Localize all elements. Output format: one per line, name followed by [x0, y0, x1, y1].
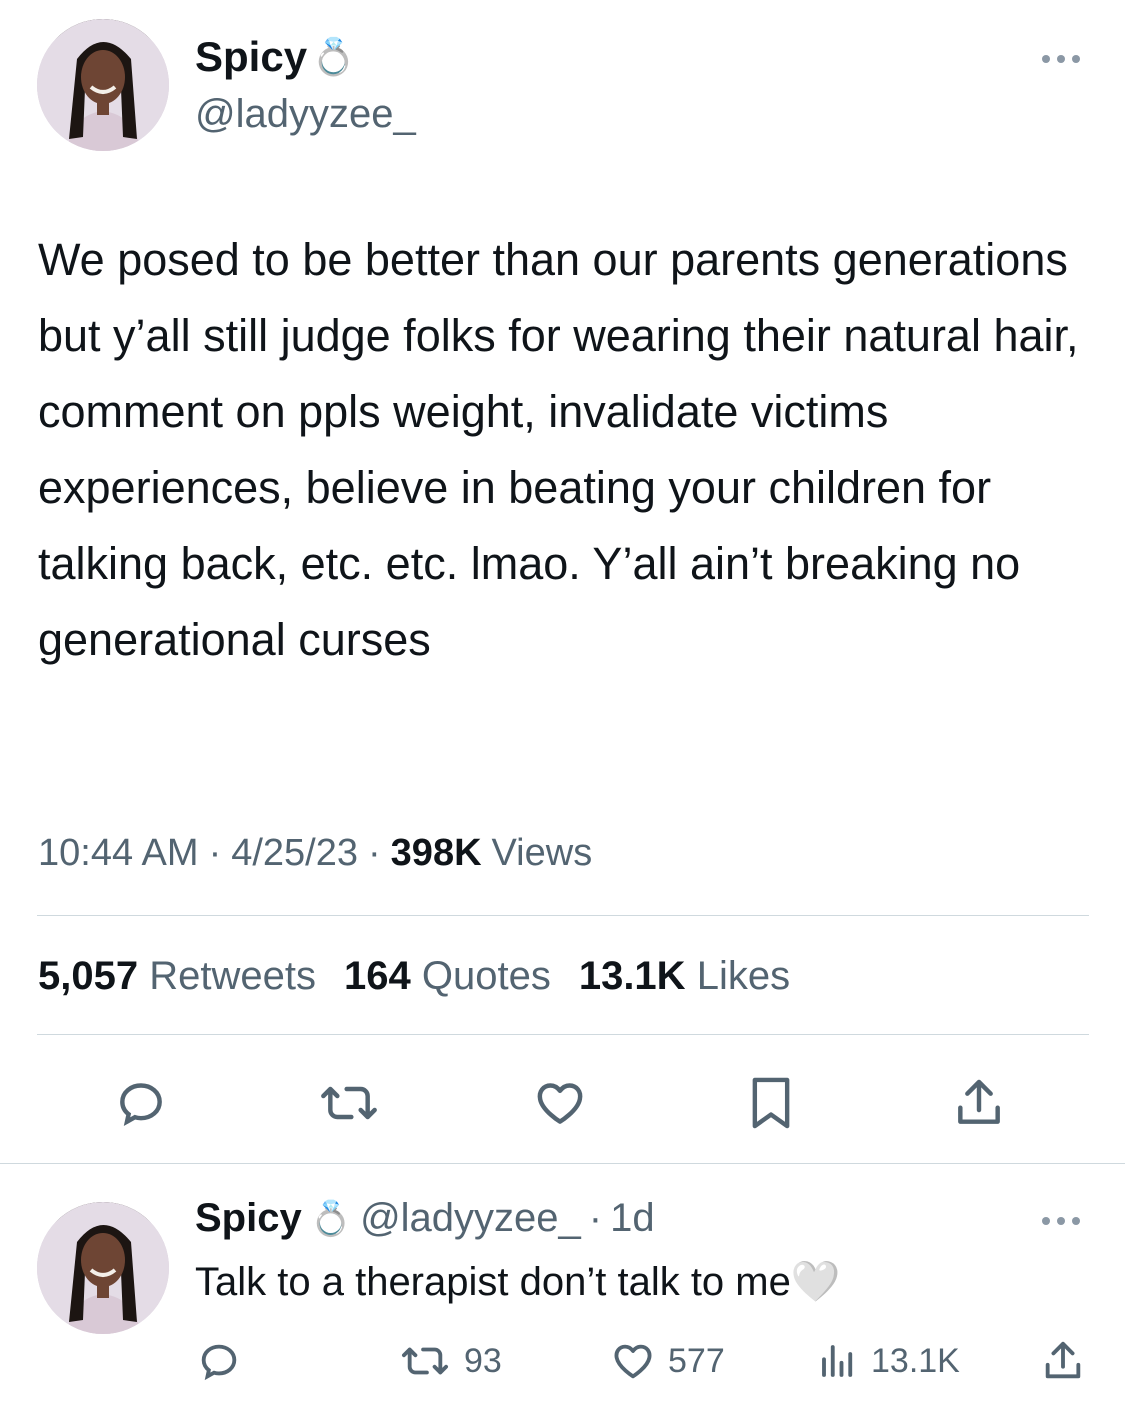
reply-like-button[interactable]: 577 [610, 1338, 725, 1384]
reply-share-button[interactable] [1040, 1338, 1086, 1384]
tweet-meta: 10:44 AM · 4/25/23 · 398K Views [38, 832, 592, 875]
share-button[interactable] [948, 1072, 1010, 1134]
reply-reply-button[interactable] [196, 1338, 254, 1384]
likes-label: Likes [696, 954, 791, 998]
more-horizontal-icon [1042, 55, 1080, 63]
retweet-button[interactable] [313, 1072, 385, 1134]
reply-like-count: 577 [668, 1341, 725, 1380]
likes-stat[interactable]: 13.1K Likes [579, 954, 790, 999]
white-heart-emoji: 🤍 [790, 1260, 841, 1304]
reply-icon [120, 1083, 162, 1127]
retweet-icon [402, 1347, 449, 1375]
avatar-portrait [37, 19, 169, 151]
reply-age[interactable]: 1d [610, 1196, 655, 1241]
retweets-stat[interactable]: 5,057 Retweets [38, 954, 316, 999]
ring-emoji: 💍 [309, 1199, 353, 1238]
views-label: Views [491, 832, 593, 874]
reply-retweet-count: 93 [464, 1341, 502, 1380]
quotes-stat[interactable]: 164 Quotes [344, 954, 551, 999]
reply-author-name[interactable]: Spicy [195, 1196, 302, 1241]
reply-header: Spicy 💍 @ladyyzee_ · 1d [195, 1196, 655, 1241]
share-icon [1045, 1341, 1081, 1379]
share-icon [958, 1079, 1000, 1124]
tweet-date[interactable]: 4/25/23 [231, 832, 358, 875]
reply-views-button[interactable]: 13.1K [817, 1338, 960, 1384]
avatar-portrait [37, 1202, 169, 1334]
quotes-label: Quotes [421, 954, 551, 998]
reply-text-row: Talk to a therapist don’t talk to me🤍 [195, 1258, 841, 1305]
reply-separator: · [588, 1196, 603, 1240]
like-button[interactable] [528, 1072, 592, 1134]
reply-icon [201, 1344, 237, 1381]
bookmark-button[interactable] [740, 1072, 802, 1134]
more-horizontal-icon [1042, 1217, 1080, 1225]
reply-button[interactable] [110, 1072, 172, 1134]
reply-more-button[interactable] [1036, 1206, 1086, 1236]
quotes-count: 164 [343, 954, 411, 998]
views-chart-icon [822, 1345, 853, 1377]
reply-author-handle[interactable]: @ladyyzee_ [360, 1196, 581, 1241]
meta-separator: · [208, 832, 222, 874]
retweet-icon [321, 1086, 377, 1120]
author-name-row[interactable]: Spicy 💍 [195, 33, 356, 81]
views-count: 398K [390, 832, 482, 874]
bookmark-icon [752, 1077, 790, 1129]
reply-retweet-button[interactable]: 93 [398, 1338, 502, 1384]
retweets-label: Retweets [149, 954, 316, 998]
ring-emoji: 💍 [311, 36, 356, 77]
author-avatar[interactable] [37, 19, 169, 151]
tweet-stats: 5,057 Retweets 164 Quotes 13.1K Likes [38, 954, 790, 999]
divider [0, 1163, 1125, 1164]
tweet-time[interactable]: 10:44 AM [38, 832, 199, 875]
reply-text: Talk to a therapist don’t talk to me [195, 1260, 791, 1304]
retweets-count: 5,057 [38, 954, 139, 998]
likes-count: 13.1K [578, 954, 686, 998]
author-display-name[interactable]: Spicy [195, 33, 307, 81]
divider [37, 915, 1089, 916]
like-icon [537, 1083, 583, 1124]
reply-author-avatar[interactable] [37, 1202, 169, 1334]
meta-separator: · [368, 832, 381, 874]
reply-views-count: 13.1K [871, 1341, 960, 1380]
tweet-text: We posed to be better than our parents g… [38, 234, 1079, 665]
more-options-button[interactable] [1036, 44, 1086, 74]
divider [37, 1034, 1089, 1035]
author-handle[interactable]: @ladyyzee_ [195, 92, 416, 137]
like-icon [614, 1344, 652, 1379]
